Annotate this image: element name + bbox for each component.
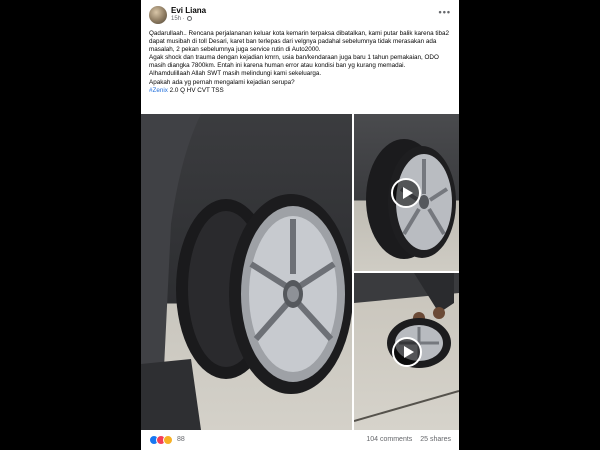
hashtag-link[interactable]: #Zenix bbox=[149, 87, 168, 94]
video-thumb-top[interactable] bbox=[354, 114, 459, 271]
comments-count[interactable]: 104 comments bbox=[366, 436, 412, 443]
play-button[interactable] bbox=[392, 337, 422, 367]
photo-main-tire[interactable] bbox=[141, 114, 352, 430]
haha-icon bbox=[163, 435, 173, 445]
tire-photo-illustration bbox=[141, 114, 352, 430]
more-dots-icon[interactable]: ••• bbox=[439, 7, 451, 17]
post-text: Qadarullaah.. Rencana perjalananan kelua… bbox=[149, 30, 453, 95]
post-text-line: Qadarullaah.. Rencana perjalananan kelua… bbox=[149, 30, 449, 54]
reaction-count[interactable]: 88 bbox=[177, 436, 185, 443]
facebook-post: Evi Liana 15h · ••• Qadarullaah.. Rencan… bbox=[141, 0, 459, 450]
post-footer: 88 104 comments 25 shares bbox=[141, 430, 459, 450]
engagement-stats: 104 comments 25 shares bbox=[366, 436, 451, 443]
globe-icon bbox=[186, 16, 192, 21]
post-tags: #Zenix 2.0 Q HV CVT TSS bbox=[149, 87, 453, 95]
avatar[interactable] bbox=[149, 6, 167, 24]
play-icon bbox=[403, 187, 413, 199]
shares-count[interactable]: 25 shares bbox=[420, 436, 451, 443]
video-thumb-bottom[interactable] bbox=[354, 273, 459, 430]
post-text-line: Apakah ada yg pernah mengalami kejadian … bbox=[149, 78, 295, 86]
post-time-text[interactable]: 15h bbox=[171, 16, 181, 22]
hashtag-suffix: 2.0 Q HV CVT TSS bbox=[167, 86, 224, 94]
post-text-line: Alhamdulillaah Allah SWT masih melindung… bbox=[149, 70, 322, 78]
post-time[interactable]: 15h · bbox=[171, 16, 192, 22]
play-icon bbox=[404, 346, 414, 358]
post-header: Evi Liana 15h · ••• bbox=[141, 0, 459, 28]
author-name[interactable]: Evi Liana bbox=[171, 6, 206, 15]
post-text-line: Agak shock dan trauma dengan kejadian km… bbox=[149, 54, 439, 70]
photo-grid bbox=[141, 114, 459, 430]
play-button[interactable] bbox=[391, 178, 421, 208]
